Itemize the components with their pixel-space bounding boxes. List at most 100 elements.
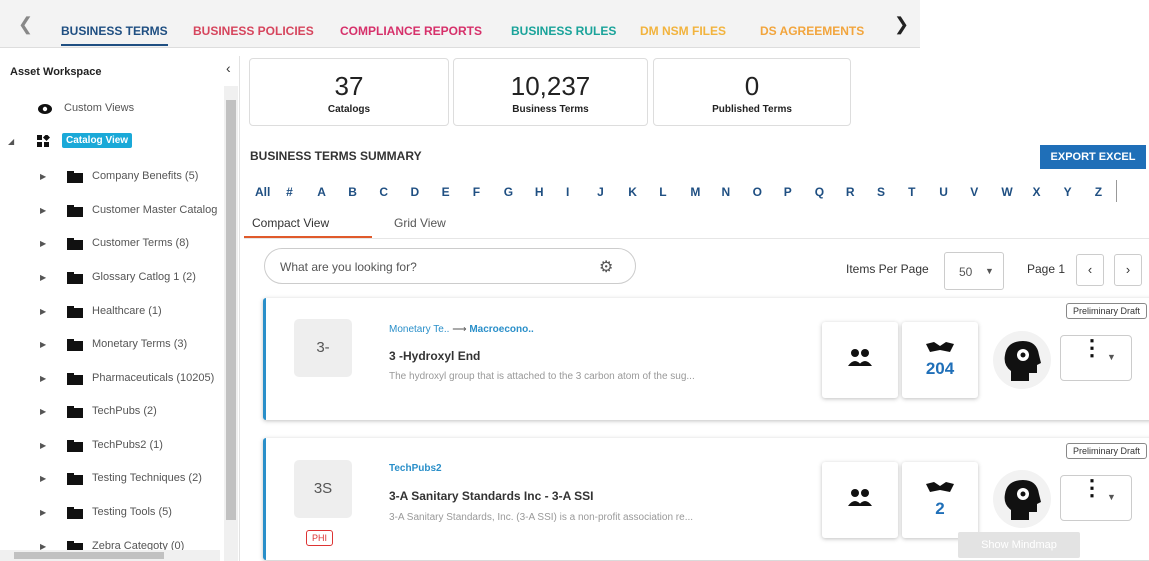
caret-right-icon[interactable]: ▶ — [40, 508, 46, 517]
tab-business-policies[interactable]: BUSINESS POLICIES — [193, 24, 314, 38]
alphabet-filter-item[interactable]: # — [286, 185, 293, 199]
users-button[interactable] — [822, 322, 898, 398]
caret-right-icon[interactable]: ▶ — [40, 340, 46, 349]
alphabet-filter-item[interactable]: B — [348, 185, 357, 199]
caret-right-icon[interactable]: ▶ — [40, 307, 46, 316]
sidebar-item-catalog[interactable]: ▶ Customer Terms (8) — [0, 235, 220, 257]
next-page-button[interactable]: › — [1114, 254, 1142, 286]
alphabet-filter-item[interactable]: T — [908, 185, 915, 199]
alphabet-filter-item[interactable]: S — [877, 185, 885, 199]
tab-grid-view[interactable]: Grid View — [394, 216, 446, 230]
alphabet-filter-item[interactable]: X — [1033, 185, 1041, 199]
term-card[interactable]: 3- Monetary Te.. ⟶ Macroecono.. 3 -Hydro… — [263, 298, 1149, 420]
alphabet-filter-item[interactable]: F — [473, 185, 480, 199]
stat-published-terms[interactable]: 0 Published Terms — [653, 58, 851, 126]
alphabet-filter-item[interactable]: N — [722, 185, 731, 199]
search-input[interactable]: What are you looking for? ⚙ — [264, 248, 636, 284]
alphabet-filter-item[interactable]: H — [535, 185, 544, 199]
alphabet-filter-item[interactable]: A — [317, 185, 326, 199]
sidebar-item-label: Testing Tools (5) — [92, 506, 172, 518]
scrollbar-thumb[interactable] — [14, 552, 164, 559]
stewards-button[interactable]: 2 — [902, 462, 978, 538]
users-icon — [848, 489, 872, 506]
breadcrumb-child[interactable]: Macroecono.. — [469, 324, 533, 335]
export-excel-button[interactable]: EXPORT EXCEL — [1040, 145, 1146, 169]
alphabet-filter-item[interactable]: E — [442, 185, 450, 199]
items-per-page-select[interactable]: 50 ▼ — [944, 252, 1004, 290]
tab-compliance-reports[interactable]: COMPLIANCE REPORTS — [340, 24, 482, 38]
term-title[interactable]: 3 -Hydroxyl End — [389, 349, 480, 363]
sidebar-horizontal-scrollbar[interactable] — [0, 550, 220, 561]
tab-compact-view[interactable]: Compact View — [252, 216, 329, 230]
caret-right-icon[interactable]: ▶ — [40, 407, 46, 416]
sidebar-item-custom-views[interactable]: Custom Views — [0, 100, 220, 122]
alphabet-filter-item[interactable]: Q — [815, 185, 824, 199]
sidebar-item-catalog[interactable]: ▶ Company Benefits (5) — [0, 168, 220, 190]
tab-dm-nsm-files[interactable]: DM NSM FILES — [640, 24, 726, 38]
scrollbar-thumb[interactable] — [226, 100, 236, 520]
alphabet-filter-item[interactable]: W — [1001, 185, 1012, 199]
collapse-sidebar-icon[interactable]: ‹ — [226, 60, 231, 76]
alphabet-filter-item[interactable]: C — [379, 185, 388, 199]
caret-right-icon[interactable]: ▶ — [40, 374, 46, 383]
tab-ds-agreements[interactable]: DS AGREEMENTS — [760, 24, 864, 38]
alphabet-filter-item[interactable]: L — [659, 185, 666, 199]
caret-right-icon[interactable]: ▶ — [40, 239, 46, 248]
alphabet-filter-item[interactable]: Z — [1095, 185, 1102, 199]
sidebar-item-catalog[interactable]: ▶ Monetary Terms (3) — [0, 336, 220, 358]
sidebar-item-catalog[interactable]: ▶ Pharmaceuticals (10205) — [0, 370, 220, 392]
sidebar-item-catalog[interactable]: ▶ Glossary Catlog 1 (2) — [0, 269, 220, 291]
tab-business-terms[interactable]: BUSINESS TERMS — [61, 24, 168, 46]
stewards-button[interactable]: 204 — [902, 322, 978, 398]
prev-page-button[interactable]: ‹ — [1076, 254, 1104, 286]
tabs-next-icon[interactable]: ❯ — [894, 14, 909, 35]
alphabet-filter-item[interactable]: G — [504, 185, 513, 199]
alphabet-filter-item[interactable]: M — [690, 185, 700, 199]
alphabet-filter-item[interactable]: J — [597, 185, 604, 199]
sidebar-item-catalog-view[interactable]: ◢ Catalog View — [0, 133, 220, 155]
caret-down-icon[interactable]: ◢ — [8, 137, 14, 146]
stat-catalogs[interactable]: 37 Catalogs — [249, 58, 449, 126]
users-button[interactable] — [822, 462, 898, 538]
alphabet-filter-item[interactable]: V — [970, 185, 978, 199]
sidebar-vertical-scrollbar[interactable] — [224, 86, 238, 561]
arrow-right-icon: ⟶ — [452, 324, 470, 335]
tag-badge[interactable]: PHI — [306, 530, 334, 546]
alphabet-filter-item[interactable]: O — [753, 185, 762, 199]
caret-right-icon[interactable]: ▶ — [40, 474, 46, 483]
tabs-prev-icon[interactable]: ❮ — [18, 14, 33, 35]
sidebar-item-catalog[interactable]: ▶ Healthcare (1) — [0, 303, 220, 325]
breadcrumb-parent[interactable]: Monetary Te.. — [389, 324, 449, 335]
breadcrumb-child[interactable]: TechPubs2 — [389, 463, 442, 474]
more-actions-button[interactable]: ⋮ ▼ — [1060, 475, 1132, 521]
mindmap-button[interactable] — [993, 470, 1051, 528]
folder-icon — [67, 238, 83, 250]
sidebar-item-catalog[interactable]: ▶ Testing Tools (5) — [0, 504, 220, 526]
stat-business-terms[interactable]: 10,237 Business Terms — [453, 58, 648, 126]
alphabet-filter-item[interactable]: U — [939, 185, 948, 199]
caret-right-icon[interactable]: ▶ — [40, 172, 46, 181]
folder-icon — [67, 440, 83, 452]
term-title[interactable]: 3-A Sanitary Standards Inc - 3-A SSI — [389, 489, 594, 503]
sidebar-item-catalog[interactable]: ▶ TechPubs (2) — [0, 403, 220, 425]
gear-icon[interactable]: ⚙ — [599, 257, 613, 277]
alphabet-filter-item[interactable]: All — [255, 185, 270, 199]
alphabet-filter-item[interactable]: P — [784, 185, 792, 199]
sidebar-item-label: TechPubs (2) — [92, 405, 157, 417]
alphabet-filter-item[interactable]: K — [628, 185, 637, 199]
tab-business-rules[interactable]: BUSINESS RULES — [511, 24, 616, 38]
alphabet-filter-item[interactable]: D — [411, 185, 420, 199]
alphabet-filter-item[interactable]: Y — [1064, 185, 1072, 199]
sidebar-item-label: Catalog View — [62, 133, 133, 148]
sidebar-item-catalog[interactable]: ▶ Testing Techniques (2) — [0, 470, 220, 492]
sidebar-item-catalog[interactable]: ▶ Customer Master Catalog — [0, 202, 220, 224]
more-actions-button[interactable]: ⋮ ▼ — [1060, 335, 1132, 381]
alphabet-filter-item[interactable]: R — [846, 185, 855, 199]
folder-icon — [67, 306, 83, 318]
caret-right-icon[interactable]: ▶ — [40, 206, 46, 215]
caret-right-icon[interactable]: ▶ — [40, 441, 46, 450]
sidebar-item-catalog[interactable]: ▶ TechPubs2 (1) — [0, 437, 220, 459]
caret-right-icon[interactable]: ▶ — [40, 273, 46, 282]
alphabet-filter-item[interactable]: I — [566, 185, 569, 199]
mindmap-button[interactable] — [993, 331, 1051, 389]
